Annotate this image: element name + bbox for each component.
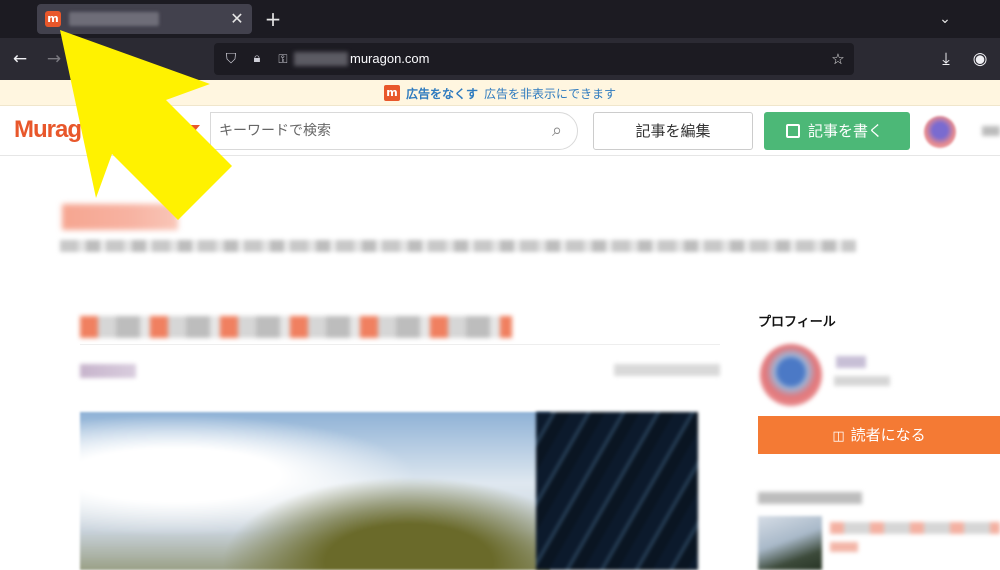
arrow-right-icon: → [46, 49, 62, 69]
remove-ads-link[interactable]: 広告をなくす [406, 85, 478, 102]
search-box: ⌕ [210, 112, 578, 150]
site-logo[interactable]: Muragon [14, 116, 109, 144]
sidebar-article-meta-redacted [830, 542, 858, 552]
sidebar-article-thumbnail[interactable] [758, 516, 822, 570]
browser-tab-bar: m ✕ + ⌄ [0, 0, 1000, 38]
forward-button[interactable]: → [42, 47, 66, 71]
profile-subtitle-redacted [834, 376, 890, 386]
close-tab-icon[interactable]: ✕ [227, 9, 247, 29]
back-button[interactable]: ← [8, 47, 32, 71]
blog-description-redacted [60, 240, 856, 252]
lock-icon[interactable]: 🔒︎ [248, 50, 266, 68]
book-icon: ◫ [832, 429, 845, 444]
sidebar-article-title-redacted[interactable] [830, 522, 1000, 534]
permissions-icon[interactable]: ⚿ [274, 50, 292, 68]
user-avatar[interactable] [924, 116, 956, 148]
tab-title-redacted [69, 12, 159, 26]
article-date-redacted [614, 364, 720, 376]
article-title-redacted[interactable] [80, 316, 512, 338]
download-button[interactable]: ⤓ [934, 47, 958, 71]
account-icon: ◉ [972, 49, 988, 69]
site-favicon-icon: m [45, 11, 61, 27]
address-bar[interactable]: ⛉ 🔒︎ ⚿ muragon.com ☆ [214, 43, 854, 75]
download-icon: ⤓ [942, 49, 950, 69]
blog-title-redacted[interactable] [62, 204, 178, 230]
url-redacted [294, 52, 348, 66]
profile-heading: プロフィール [758, 315, 836, 330]
subscribe-button[interactable]: ◫ 読者になる [758, 416, 1000, 454]
article-divider [80, 344, 720, 345]
search-input[interactable] [219, 117, 539, 145]
write-article-button[interactable]: 記事を書く [764, 112, 910, 150]
article-image [80, 412, 550, 570]
ad-removal-bar: m 広告をなくす 広告を非表示にできます [0, 80, 1000, 106]
article-category-redacted[interactable] [80, 364, 136, 378]
bookmark-star-icon[interactable]: ☆ [828, 49, 848, 69]
chevron-down-icon[interactable]: ⌄ [934, 8, 956, 30]
write-article-label: 記事を書く [808, 122, 884, 140]
arrow-left-icon: ← [12, 49, 28, 69]
edit-article-button[interactable]: 記事を編集 [593, 112, 753, 150]
logo-dropdown-caret-icon[interactable] [188, 125, 200, 132]
search-icon[interactable]: ⌕ [545, 119, 569, 143]
account-button[interactable]: ◉ [968, 47, 992, 71]
pencil-square-icon [786, 124, 800, 138]
profile-name-redacted[interactable] [836, 356, 866, 368]
user-menu-redacted[interactable] [982, 126, 1000, 136]
subscribe-label: 読者になる [850, 426, 926, 444]
article-image-redacted [536, 412, 698, 570]
muragon-logo-icon: m [383, 85, 400, 101]
browser-tab[interactable]: m ✕ [37, 4, 252, 34]
remove-ads-description[interactable]: 広告を非表示にできます [484, 85, 616, 102]
shield-icon[interactable]: ⛉ [222, 50, 240, 68]
sidebar-section-heading-redacted [758, 492, 862, 504]
browser-nav-bar: ← → ⛉ 🔒︎ ⚿ muragon.com ☆ ⤓ ◉ [0, 38, 1000, 80]
site-header: Muragon ⌕ 記事を編集 記事を書く [0, 106, 1000, 156]
new-tab-button[interactable]: + [262, 8, 284, 30]
profile-avatar[interactable] [760, 344, 822, 406]
url-host-text: muragon.com [350, 51, 430, 66]
